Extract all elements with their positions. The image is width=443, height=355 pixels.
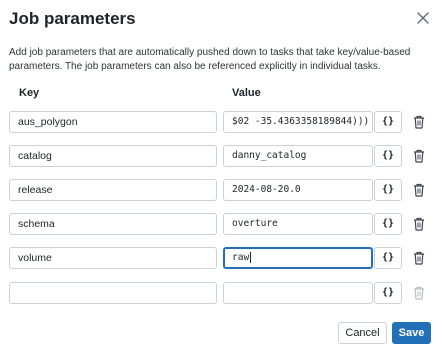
dynamic-value-button[interactable]: {} [374,111,402,133]
trash-icon[interactable] [413,149,425,163]
parameter-row: aus_polygon $02 -35.4363358189844))) {} [0,111,443,133]
value-input[interactable]: 2024-08-20.0 [223,179,373,201]
parameter-row: catalog danny_catalog {} [0,145,443,167]
trash-icon[interactable] [413,217,425,231]
key-input[interactable]: catalog [9,145,217,167]
close-icon[interactable] [416,11,430,25]
key-input[interactable]: release [9,179,217,201]
parameter-row: volume raw {} [0,247,443,269]
trash-icon[interactable] [413,115,425,129]
save-button[interactable]: Save [392,322,431,344]
dynamic-value-button[interactable]: {} [374,145,402,167]
parameter-row: release 2024-08-20.0 {} [0,179,443,201]
value-input[interactable] [223,282,373,304]
key-input[interactable] [9,282,217,304]
key-input[interactable]: volume [9,247,217,269]
text-caret [250,252,252,263]
parameter-row: schema overture {} [0,213,443,235]
dialog-title: Job parameters [9,9,136,28]
dialog-description: Add job parameters that are automaticall… [9,47,411,72]
value-column-header: Value [232,87,261,99]
parameter-row-empty: {} [0,282,443,304]
trash-icon[interactable] [413,183,425,197]
value-input[interactable]: danny_catalog [223,145,373,167]
dynamic-value-button[interactable]: {} [374,247,402,269]
cancel-button[interactable]: Cancel [338,322,387,344]
value-input[interactable]: overture [223,213,373,235]
dynamic-value-button[interactable]: {} [374,213,402,235]
key-column-header: Key [19,87,40,99]
key-input[interactable]: aus_polygon [9,111,217,133]
value-input-focused[interactable]: raw [223,247,373,269]
dynamic-value-button[interactable]: {} [374,179,402,201]
dynamic-value-button[interactable]: {} [374,282,402,304]
key-input[interactable]: schema [9,213,217,235]
value-input[interactable]: $02 -35.4363358189844))) [223,111,373,133]
trash-icon[interactable] [413,251,425,265]
trash-icon [414,286,424,300]
value-text: raw [232,252,250,263]
